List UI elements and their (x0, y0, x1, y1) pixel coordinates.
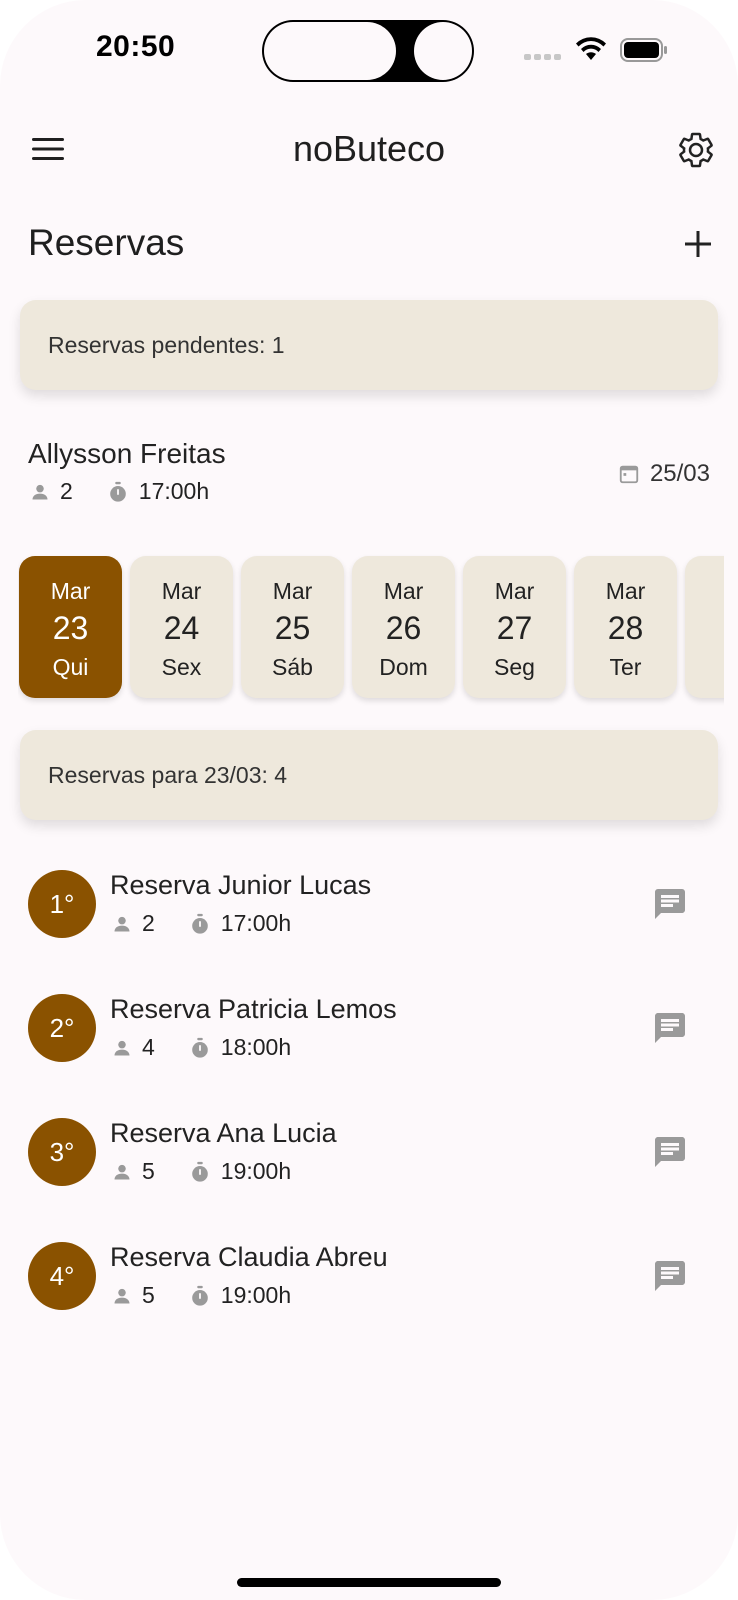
timer-icon (192, 913, 208, 934)
island-circle (414, 22, 472, 80)
phone-screen: 20:50 noButeco Reservas Reservas pendent… (0, 0, 738, 1600)
message-icon[interactable] (652, 886, 688, 922)
reservation-time: 18:00h (220, 1034, 292, 1060)
person-icon (32, 484, 48, 499)
reservation-name: Reserva Junior Lucas (110, 870, 372, 900)
reservation-meta: 2 17:00h (112, 910, 291, 937)
calendar-icon (619, 465, 639, 484)
settings-gear-icon[interactable] (676, 130, 716, 170)
date-card-28[interactable]: Mar 28 Ter (574, 556, 677, 698)
timer-icon (192, 1161, 208, 1182)
rank-badge: 1° (28, 870, 96, 938)
reservation-time: 19:00h (220, 1158, 292, 1184)
add-reservation-icon[interactable] (682, 228, 714, 260)
reservation-time: 17:00h (138, 478, 210, 504)
rank-badge: 4° (28, 1242, 96, 1310)
person-icon (114, 1164, 130, 1179)
person-icon (114, 1288, 130, 1303)
reservation-time: 19:00h (220, 1282, 292, 1308)
battery-icon (620, 38, 667, 62)
date-card-24[interactable]: Mar 24 Sex (130, 556, 233, 698)
cellular-signal-icon (524, 54, 561, 60)
island-pill (264, 22, 396, 80)
timer-icon (110, 481, 126, 502)
pending-reservation-meta: 2 17:00h (30, 478, 209, 505)
date-card-26[interactable]: Mar 26 Dom (352, 556, 455, 698)
reservation-meta: 5 19:00h (112, 1282, 291, 1309)
reservation-name: Reserva Patricia Lemos (110, 994, 397, 1024)
timer-icon (192, 1037, 208, 1058)
message-icon[interactable] (652, 1010, 688, 1046)
date-card-25[interactable]: Mar 25 Sáb (241, 556, 344, 698)
date-card-partial[interactable] (685, 556, 724, 698)
person-icon (114, 1040, 130, 1055)
date-card-23[interactable]: Mar 23 Qui (19, 556, 122, 698)
people-count: 5 (142, 1158, 155, 1184)
wifi-icon (576, 37, 606, 60)
reservation-meta: 4 18:00h (112, 1034, 291, 1061)
home-indicator[interactable] (237, 1578, 501, 1587)
status-time: 20:50 (96, 30, 176, 63)
people-count: 2 (142, 910, 155, 936)
person-icon (114, 916, 130, 931)
pending-summary-card[interactable]: Reservas pendentes: 1 (20, 300, 718, 390)
date-selector-strip[interactable]: Mar 23 Qui Mar 24 Sex Mar 25 Sáb Mar 26 … (18, 554, 724, 706)
app-title: noButeco (292, 128, 446, 169)
pending-reservation-date: 25/03 (618, 460, 710, 488)
people-count: 4 (142, 1034, 155, 1060)
pending-reservation-name[interactable]: Allysson Freitas (28, 438, 226, 470)
people-count: 5 (142, 1282, 155, 1308)
page-title: Reservas (28, 222, 185, 263)
message-icon[interactable] (652, 1258, 688, 1294)
people-count: 2 (60, 478, 73, 504)
pending-summary-text: Reservas pendentes: 1 (48, 332, 285, 358)
reservation-time: 17:00h (220, 910, 292, 936)
timer-icon (192, 1285, 208, 1306)
message-icon[interactable] (652, 1134, 688, 1170)
day-summary-card[interactable]: Reservas para 23/03: 4 (20, 730, 718, 820)
rank-badge: 2° (28, 994, 96, 1062)
date-card-27[interactable]: Mar 27 Seg (463, 556, 566, 698)
reservation-name: Reserva Ana Lucia (110, 1118, 337, 1148)
reservation-name: Reserva Claudia Abreu (110, 1242, 388, 1272)
dynamic-island (262, 20, 474, 82)
day-summary-text: Reservas para 23/03: 4 (48, 762, 288, 788)
rank-badge: 3° (28, 1118, 96, 1186)
reservation-meta: 5 19:00h (112, 1158, 291, 1185)
